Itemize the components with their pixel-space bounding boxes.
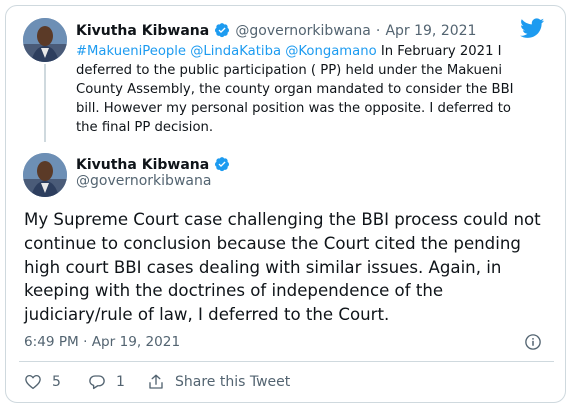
share-label: Share this Tweet — [175, 374, 291, 390]
author-handle[interactable]: @governorkibwana — [235, 23, 370, 39]
thread-connector-line — [44, 64, 46, 142]
separator-dot: · — [375, 23, 381, 39]
main-author-row: Kivutha Kibwana — [76, 154, 230, 173]
twitter-bird-icon[interactable] — [519, 16, 546, 40]
reply-mentions[interactable]: #MakueniPeople @LindaKatiba @Kongamano — [76, 44, 377, 59]
tweet-timestamp[interactable]: 6:49 PM · Apr 19, 2021 — [24, 334, 180, 350]
share-icon — [149, 374, 163, 389]
heart-icon — [25, 374, 41, 390]
reply-tweet-text: #MakueniPeople @LindaKatiba @Kongamano I… — [76, 42, 520, 137]
author-handle[interactable]: @governorkibwana — [76, 173, 211, 189]
share-button[interactable]: Share this Tweet — [147, 373, 290, 391]
avatar[interactable] — [23, 18, 67, 62]
info-icon[interactable] — [524, 333, 542, 351]
author-name[interactable]: Kivutha Kibwana — [76, 23, 209, 39]
verified-badge-icon — [215, 23, 230, 38]
like-count: 5 — [52, 374, 61, 390]
avatar[interactable] — [23, 153, 67, 197]
reply-header: Kivutha Kibwana @governorkibwana · Apr 1… — [76, 20, 476, 39]
tweet-date[interactable]: Apr 19, 2021 — [385, 23, 476, 39]
author-name[interactable]: Kivutha Kibwana — [76, 157, 209, 173]
comment-icon — [89, 375, 105, 390]
reply-button[interactable]: 1 — [88, 373, 125, 391]
like-button[interactable]: 5 — [24, 373, 61, 391]
verified-badge-icon — [215, 157, 230, 172]
main-tweet-text: My Supreme Court case challenging the BB… — [24, 210, 541, 325]
reply-count: 1 — [116, 374, 125, 390]
divider — [19, 361, 554, 362]
